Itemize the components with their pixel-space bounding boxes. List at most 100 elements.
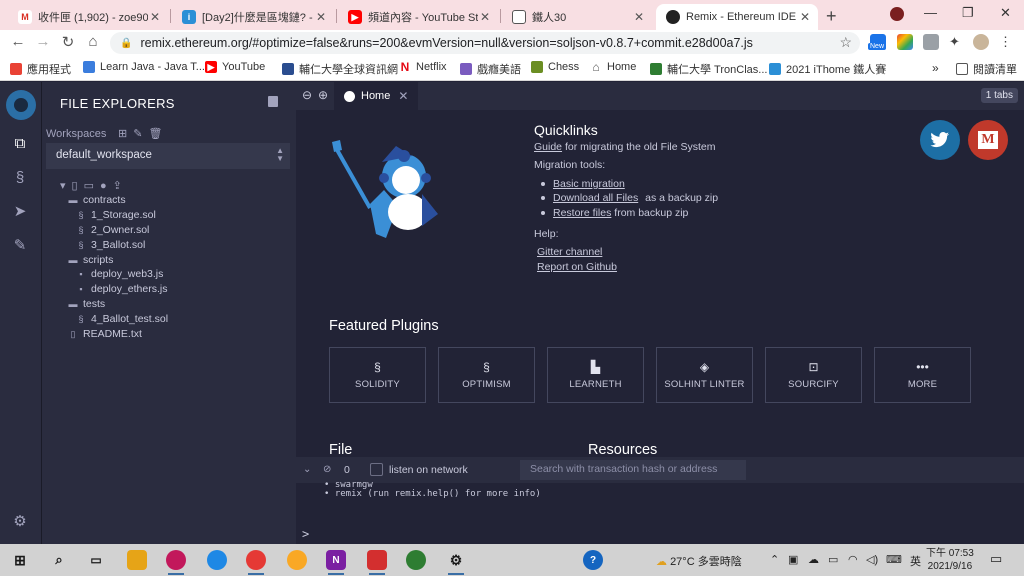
extension-new-icon[interactable]: New xyxy=(868,34,887,50)
terminal-prompt[interactable]: > xyxy=(302,527,309,541)
back-icon[interactable]: ← xyxy=(8,33,28,50)
bookmark-star-icon[interactable]: ☆ xyxy=(839,34,852,51)
plugin-optimism-button[interactable]: § OPTIMISM xyxy=(438,347,535,403)
cast-extension-icon[interactable] xyxy=(923,34,939,50)
tray-app-icon[interactable]: ▣ xyxy=(788,553,798,566)
tree-file[interactable]: § 3_Ballot.sol xyxy=(76,239,145,251)
system-clock[interactable]: 下午 07:53 2021/9/16 xyxy=(926,547,974,573)
tab-home[interactable]: Home ✕ xyxy=(334,82,419,110)
browser-tab-youtube-studio[interactable]: ▶ 頻道內容 - YouTube Stud ✕ xyxy=(338,4,498,30)
file-explorer-icon[interactable]: ⧉ xyxy=(10,134,30,154)
window-close-icon[interactable]: ✕ xyxy=(1000,5,1011,21)
browser-tab-gmail[interactable]: M 收件匣 (1,902) - zoe9011 ✕ xyxy=(8,4,168,30)
search-icon[interactable]: ⌕ xyxy=(49,550,69,570)
create-workspace-icon[interactable]: ⊞ xyxy=(118,128,133,140)
deploy-run-icon[interactable]: ➤ xyxy=(10,202,30,222)
volume-icon[interactable]: ◁) xyxy=(866,553,878,566)
zoom-out-icon[interactable]: ⊖ xyxy=(302,88,312,102)
docs-icon[interactable] xyxy=(268,96,278,107)
medium-icon[interactable]: M xyxy=(968,120,1008,160)
tray-network-app-icon[interactable]: ▭ xyxy=(828,553,838,566)
settings-icon[interactable]: ⚙ xyxy=(446,550,466,575)
plugin-solhint-button[interactable]: ◈ SOLHINT LINTER xyxy=(656,347,753,403)
close-icon[interactable]: ✕ xyxy=(478,10,492,24)
plugin-more-button[interactable]: ••• MORE xyxy=(874,347,971,403)
gitter-channel-link[interactable]: Gitter channel xyxy=(537,246,602,258)
forward-icon[interactable]: → xyxy=(33,33,53,50)
download-all-link[interactable]: Download all Files xyxy=(553,192,638,204)
help-icon[interactable]: ? xyxy=(583,550,603,570)
guide-link[interactable]: Guide xyxy=(534,141,562,153)
restore-files-link[interactable]: Restore files xyxy=(553,207,611,219)
tree-file[interactable]: ▪ deploy_ethers.js xyxy=(76,283,167,295)
twitter-icon[interactable] xyxy=(920,120,960,160)
new-tab-button[interactable]: + xyxy=(826,6,837,27)
reload-icon[interactable]: ↻ xyxy=(58,33,78,51)
bookmark-home[interactable]: ⌂ Home xyxy=(590,60,636,74)
close-icon[interactable]: ✕ xyxy=(398,89,408,103)
bookmark-netflix[interactable]: N Netflix xyxy=(399,60,447,74)
tray-chevron-icon[interactable]: ⌃ xyxy=(770,553,779,566)
collapse-terminal-icon[interactable]: ⌄ xyxy=(303,464,311,475)
chrome-icon[interactable] xyxy=(246,550,266,575)
zoom-in-icon[interactable]: ⊕ xyxy=(318,88,328,102)
close-icon[interactable]: ✕ xyxy=(632,10,646,24)
new-folder-icon[interactable]: ▭ xyxy=(84,180,100,192)
report-link-text[interactable]: Report on Github xyxy=(537,261,617,273)
bookmark-tronclass[interactable]: 輔仁大學 TronClas... xyxy=(650,61,767,77)
notification-icon[interactable]: ▭ xyxy=(990,551,1002,567)
onenote-icon[interactable]: N xyxy=(326,550,346,575)
profile-icon[interactable] xyxy=(890,7,904,21)
browser-tab-ironman[interactable]: 鐵人30 ✕ xyxy=(502,4,652,30)
listen-network-checkbox[interactable] xyxy=(370,463,383,476)
browser-tab-ithome[interactable]: i [Day2]什麼是區塊鏈? - iT ✕ xyxy=(172,4,334,30)
avatar[interactable] xyxy=(973,34,989,50)
extensions-puzzle-icon[interactable]: ✦ xyxy=(949,34,965,50)
line-icon[interactable] xyxy=(406,550,426,570)
gitter-link-text[interactable]: Gitter channel xyxy=(537,246,602,258)
clear-console-icon[interactable]: ⊘ xyxy=(323,464,331,475)
tree-folder[interactable]: ▬ tests xyxy=(68,298,106,310)
address-bar[interactable]: 🔒 remix.ethereum.org/#optimize=false&run… xyxy=(110,32,860,54)
rename-workspace-icon[interactable]: ✎ xyxy=(133,128,148,140)
close-icon[interactable]: ✕ xyxy=(314,10,328,24)
plugin-sourcify-button[interactable]: ⊡ SOURCIFY xyxy=(765,347,862,403)
settings-gear-icon[interactable]: ⚙ xyxy=(10,512,30,532)
edge-icon[interactable] xyxy=(207,550,227,570)
bookmark-ithome[interactable]: 2021 iThome 鐵人賽 xyxy=(769,61,886,77)
restore-icon[interactable]: ❐ xyxy=(962,5,974,21)
tree-folder[interactable]: ▬ contracts xyxy=(68,194,126,206)
caret-down-icon[interactable]: ▾ xyxy=(60,180,72,192)
bookmark-english[interactable]: 戲癮美語 xyxy=(460,61,521,77)
close-icon[interactable]: ✕ xyxy=(148,10,162,24)
reading-list-button[interactable]: 閱讀清單 xyxy=(956,61,1017,77)
tree-folder[interactable]: ▬ scripts xyxy=(68,254,114,266)
brave-icon[interactable] xyxy=(287,550,307,570)
bookmark-apps[interactable]: 應用程式 xyxy=(10,61,71,77)
windows-start-icon[interactable]: ⊞ xyxy=(10,550,30,570)
home-icon[interactable]: ⌂ xyxy=(83,33,103,50)
github-icon[interactable]: ● xyxy=(100,180,113,192)
bookmark-chess[interactable]: Chess xyxy=(531,61,579,73)
browser-tab-remix[interactable]: Remix - Ethereum IDE ✕ xyxy=(656,4,818,30)
workspace-select[interactable]: default_workspace ▲ ▼ xyxy=(46,143,290,169)
task-view-icon[interactable]: ▭ xyxy=(86,550,106,570)
chrome-profile-icon[interactable] xyxy=(166,550,186,575)
colorful-extension-icon[interactable] xyxy=(897,34,913,50)
plugin-manager-icon[interactable]: ✎ xyxy=(10,236,30,256)
delete-workspace-icon[interactable]: 🗑 xyxy=(148,128,168,140)
close-icon[interactable]: ✕ xyxy=(798,10,812,24)
bookmark-learn-java[interactable]: Learn Java - Java T... xyxy=(83,61,205,73)
file-explorer-app-icon[interactable] xyxy=(127,550,147,570)
acrobat-icon[interactable] xyxy=(367,550,387,575)
ime-indicator[interactable]: 英 xyxy=(910,553,921,569)
menu-kebab-icon[interactable]: ⋮ xyxy=(999,34,1015,50)
tree-file[interactable]: ▪ deploy_web3.js xyxy=(76,268,163,280)
weather-widget[interactable]: ☁ 27°C 多雲時陰 xyxy=(656,553,742,569)
plugin-learneth-button[interactable]: ▙ LEARNETH xyxy=(547,347,644,403)
tree-file[interactable]: § 4_Ballot_test.sol xyxy=(76,313,168,325)
report-github-link[interactable]: Report on Github xyxy=(537,261,617,273)
bookmark-fju[interactable]: 輔仁大學全球資訊網 xyxy=(282,61,398,77)
terminal-search-input[interactable]: Search with transaction hash or address xyxy=(520,460,746,480)
bookmarks-more-button[interactable]: » xyxy=(932,61,939,75)
